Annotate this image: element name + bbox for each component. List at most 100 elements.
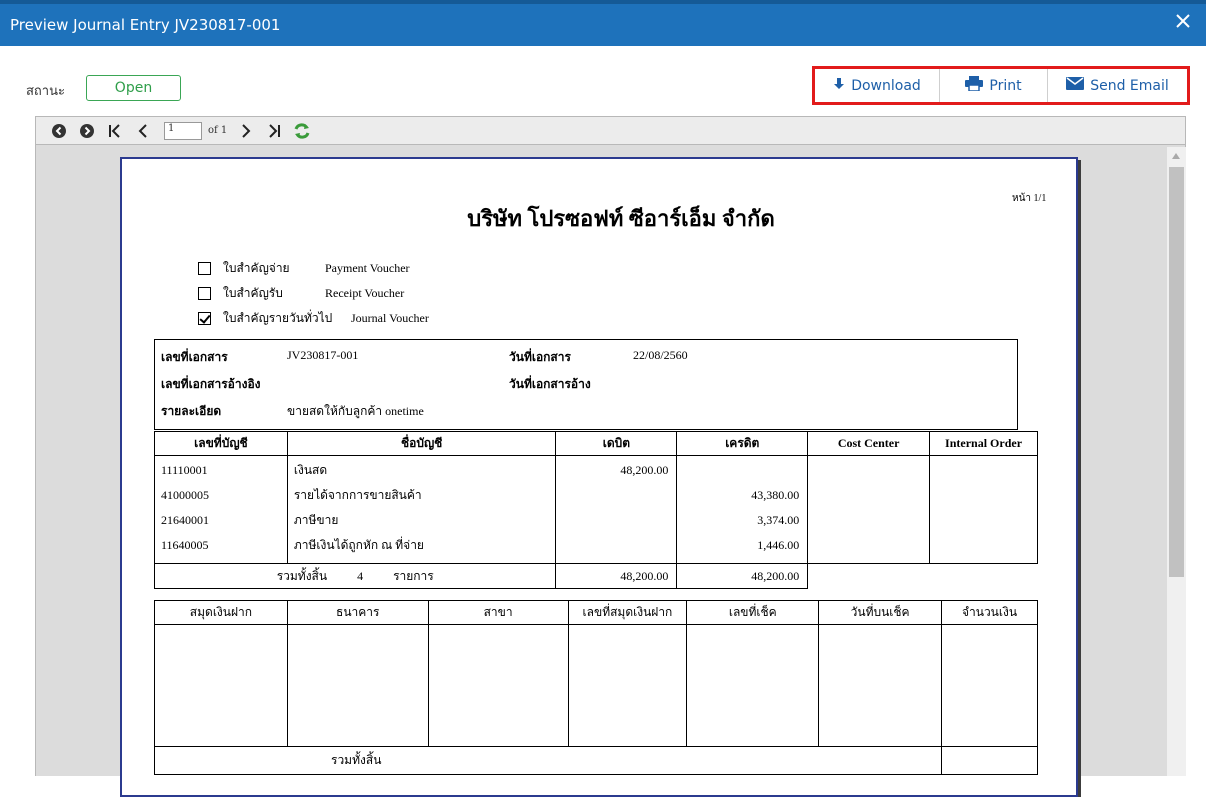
- close-icon[interactable]: [1172, 10, 1194, 32]
- ref-doc-label: เลขที่เอกสารอ้างอิง: [161, 377, 261, 391]
- voucher-option-journal: ใบสำคัญรายวันทั่วไป Journal Voucher: [198, 309, 429, 328]
- back-circle-icon[interactable]: [48, 120, 70, 142]
- account-name-cell: เงินสด: [293, 463, 328, 477]
- total-label: รวมทั้งสิ้น: [276, 568, 328, 583]
- titlebar-top-strip: [0, 0, 1206, 4]
- print-label: Print: [989, 77, 1022, 94]
- table-row: [154, 624, 1038, 747]
- envelope-icon: [1066, 77, 1085, 94]
- download-icon: [833, 77, 845, 94]
- account-no-cell: 41000005: [161, 488, 209, 502]
- credit-cell: 3,374.00: [757, 513, 800, 527]
- checked-checkbox-icon: [198, 312, 211, 325]
- refresh-icon[interactable]: [291, 120, 313, 142]
- internal-order-cell: [929, 455, 1038, 564]
- status-badge: Open: [86, 75, 181, 101]
- status-label: สถานะ: [26, 84, 65, 99]
- report-page: หน้า 1/1 บริษัท โปรซอฟท์ ซีอาร์เอ็ม จำกั…: [120, 157, 1078, 797]
- voucher-thai-label: ใบสำคัญจ่าย: [223, 261, 290, 275]
- dialog-titlebar: Preview Journal Entry JV230817-001: [0, 0, 1206, 46]
- account-name-cell: ภาษีขาย: [293, 513, 339, 527]
- total-empty-cell: [807, 563, 1038, 589]
- last-page-icon[interactable]: [263, 120, 285, 142]
- column-header: สาขา: [427, 600, 569, 625]
- first-page-icon[interactable]: [104, 120, 126, 142]
- scroll-up-icon[interactable]: [1172, 153, 1180, 159]
- action-button-group: Download Print Send Email: [812, 66, 1190, 105]
- table-row: 11110001 41000005 21640001 11640005 เงิน…: [154, 455, 1038, 564]
- debit-cell: [562, 483, 668, 508]
- checkbox-icon: [198, 287, 211, 300]
- column-header: ชื่อบัญชี: [286, 431, 557, 456]
- download-button[interactable]: Download: [815, 69, 939, 102]
- print-button[interactable]: Print: [939, 69, 1047, 102]
- column-header: เดบิต: [555, 431, 678, 456]
- bank-total-amount: [941, 746, 1038, 775]
- account-name-cell: รายได้จากการขายสินค้า: [293, 488, 422, 502]
- cost-center-cell: [807, 455, 931, 564]
- previous-page-icon[interactable]: [132, 120, 154, 142]
- account-name-cell: ภาษีเงินได้ถูกหัก ณ ที่จ่าย: [293, 538, 424, 552]
- column-header: เลขที่สมุดเงินฝาก: [567, 600, 688, 625]
- doc-date-value: 22/08/2560: [633, 348, 688, 362]
- voucher-english-label: Receipt Voucher: [325, 286, 405, 300]
- voucher-thai-label: ใบสำคัญรับ: [223, 286, 283, 300]
- total-row: รวมทั้งสิ้น: [153, 746, 1038, 775]
- download-label: Download: [851, 77, 921, 94]
- voucher-english-label: Payment Voucher: [325, 261, 410, 275]
- detail-value: ขายสดให้กับลูกค้า onetime: [287, 404, 424, 418]
- account-no-cell: 11110001: [161, 463, 208, 477]
- voucher-english-label: Journal Voucher: [351, 311, 429, 325]
- printer-icon: [965, 76, 984, 95]
- account-no-cell: 21640001: [161, 513, 209, 527]
- credit-cell: [683, 458, 799, 483]
- total-row: รวมทั้งสิ้น 4 รายการ 48,200.00 48,200.00: [153, 563, 1038, 589]
- column-header: Internal Order: [929, 431, 1038, 456]
- doc-date-label: วันที่เอกสาร: [509, 350, 571, 364]
- column-header: จำนวนเงิน: [941, 600, 1038, 625]
- table-header-row: สมุดเงินฝาก ธนาคาร สาขา เลขที่สมุดเงินฝา…: [154, 600, 1038, 625]
- account-no-cell: 11640005: [161, 538, 209, 552]
- total-label-cell: รวมทั้งสิ้น 4 รายการ: [153, 563, 557, 589]
- total-credit: 48,200.00: [676, 563, 809, 589]
- scrollbar-thumb[interactable]: [1169, 167, 1184, 577]
- bank-cheque-table: สมุดเงินฝาก ธนาคาร สาขา เลขที่สมุดเงินฝา…: [153, 600, 1038, 775]
- next-page-icon[interactable]: [235, 120, 257, 142]
- total-count: 4: [357, 568, 364, 583]
- credit-cell: 43,380.00: [751, 488, 800, 502]
- debit-cell: 48,200.00: [620, 463, 669, 477]
- ref-date-label: วันที่เอกสารอ้าง: [509, 377, 591, 391]
- column-header: เลขที่บัญชี: [154, 431, 288, 456]
- page-number-input[interactable]: 1: [164, 121, 202, 140]
- column-header: เครดิต: [676, 431, 809, 456]
- bank-total-label: รวมทั้งสิ้น: [153, 746, 943, 775]
- company-name: บริษัท โปรซอฟท์ ซีอาร์เอ็ม จำกัด: [467, 206, 775, 231]
- debit-cell: [562, 508, 668, 533]
- doc-no-label: เลขที่เอกสาร: [161, 350, 228, 364]
- voucher-option-receipt: ใบสำคัญรับ Receipt Voucher: [198, 284, 404, 303]
- column-header: สมุดเงินฝาก: [154, 600, 288, 625]
- page-count-label: of 1: [208, 125, 228, 136]
- total-debit: 48,200.00: [555, 563, 678, 589]
- detail-label: รายละเอียด: [161, 404, 222, 418]
- column-header: วันที่บนเช็ค: [818, 600, 943, 625]
- debit-cell: [562, 533, 668, 558]
- send-email-button[interactable]: Send Email: [1047, 69, 1187, 102]
- column-header: ธนาคาร: [286, 600, 429, 625]
- doc-no-value: JV230817-001: [287, 348, 359, 362]
- report-viewer-toolbar: 1 of 1: [35, 116, 1186, 145]
- voucher-option-payment: ใบสำคัญจ่าย Payment Voucher: [198, 259, 410, 278]
- send-email-label: Send Email: [1090, 77, 1169, 94]
- voucher-thai-label: ใบสำคัญรายวันทั่วไป: [223, 311, 333, 325]
- column-header: เลขที่เช็ค: [686, 600, 820, 625]
- dialog-title: Preview Journal Entry JV230817-001: [10, 16, 281, 34]
- column-header: Cost Center: [807, 431, 931, 456]
- journal-entries-table: เลขที่บัญชี ชื่อบัญชี เดบิต เครดิต Cost …: [153, 431, 1038, 589]
- checkbox-icon: [198, 262, 211, 275]
- vertical-scrollbar[interactable]: [1167, 147, 1186, 776]
- forward-circle-icon[interactable]: [76, 120, 98, 142]
- document-info-box: เลขที่เอกสาร JV230817-001 วันที่เอกสาร 2…: [154, 339, 1018, 430]
- total-unit: รายการ: [393, 568, 434, 583]
- credit-cell: 1,446.00: [757, 538, 800, 552]
- table-header-row: เลขที่บัญชี ชื่อบัญชี เดบิต เครดิต Cost …: [154, 431, 1038, 456]
